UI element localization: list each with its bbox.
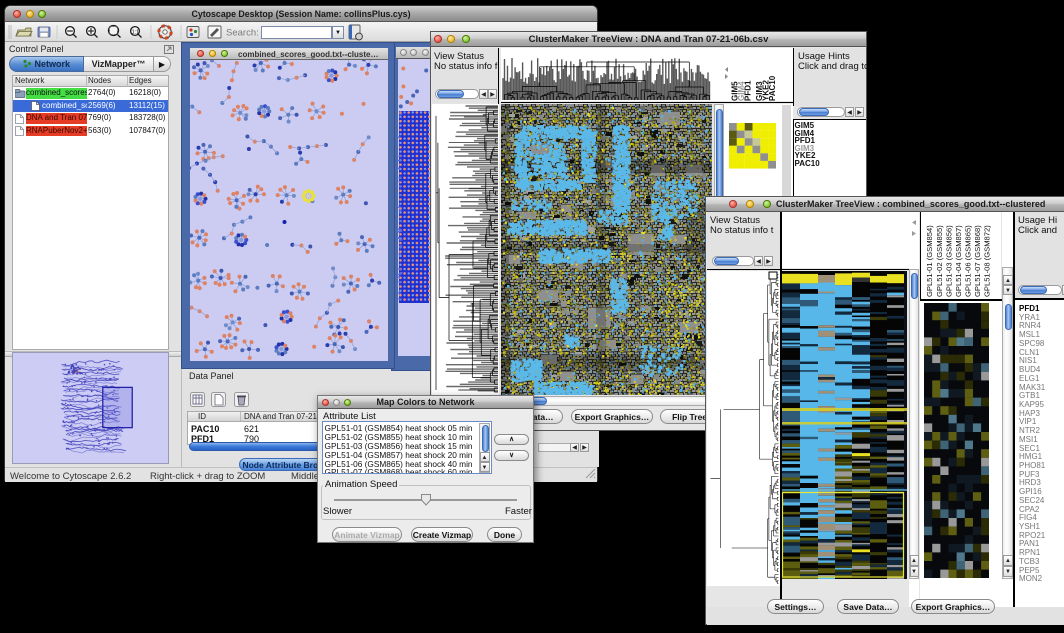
- svg-text:1:1: 1:1: [132, 29, 140, 35]
- svg-text:PAC10: PAC10: [768, 75, 777, 101]
- svg-text:PFD1: PFD1: [744, 80, 753, 101]
- svg-text:Search:: Search:: [226, 28, 259, 39]
